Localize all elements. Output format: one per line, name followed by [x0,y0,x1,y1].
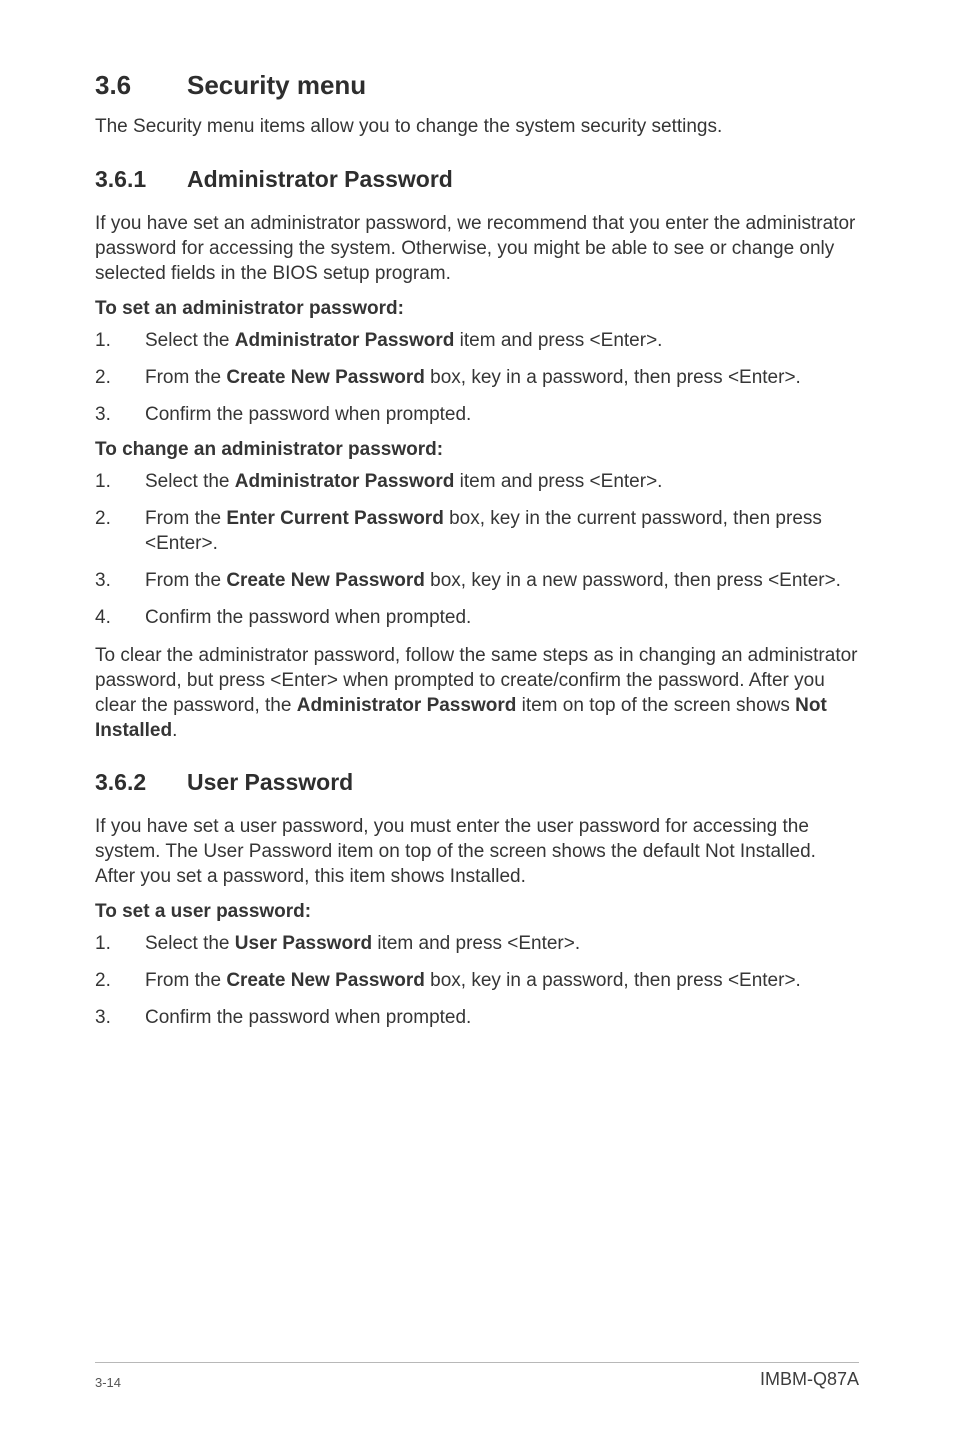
list-item: 4. Confirm the password when prompted. [95,605,859,630]
step-number: 1. [95,328,145,353]
procedure-heading: To set an administrator password: [95,298,859,320]
step-text: Confirm the password when prompted. [145,605,859,630]
procedure-list: 1. Select the Administrator Password ite… [95,469,859,630]
list-item: 2. From the Create New Password box, key… [95,365,859,390]
section-number: 3.6 [95,70,187,101]
step-number: 2. [95,365,145,390]
subsection-number: 3.6.1 [95,166,187,193]
step-text: From the Create New Password box, key in… [145,365,859,390]
subsection-title-text: User Password [187,769,353,795]
step-number: 1. [95,931,145,956]
step-number: 2. [95,506,145,556]
step-number: 3. [95,568,145,593]
subsection-intro: If you have set a user password, you mus… [95,814,859,889]
step-number: 4. [95,605,145,630]
procedure-list: 1. Select the Administrator Password ite… [95,328,859,427]
list-item: 1. Select the Administrator Password ite… [95,328,859,353]
list-item: 2. From the Enter Current Password box, … [95,506,859,556]
step-text: From the Create New Password box, key in… [145,568,859,593]
document-page: 3.6Security menu The Security menu items… [0,0,954,1438]
list-item: 2. From the Create New Password box, key… [95,968,859,993]
clear-password-paragraph: To clear the administrator password, fol… [95,643,859,743]
subsection-heading: 3.6.2User Password [95,769,859,796]
step-text: Select the Administrator Password item a… [145,469,859,494]
page-footer: 3-14 IMBM-Q87A [95,1362,859,1390]
list-item: 3. From the Create New Password box, key… [95,568,859,593]
step-number: 2. [95,968,145,993]
subsection-number: 3.6.2 [95,769,187,796]
step-text: Select the User Password item and press … [145,931,859,956]
section-intro: The Security menu items allow you to cha… [95,115,859,140]
step-number: 1. [95,469,145,494]
model-label: IMBM-Q87A [760,1369,859,1390]
step-text: From the Enter Current Password box, key… [145,506,859,556]
step-number: 3. [95,402,145,427]
step-text: Select the Administrator Password item a… [145,328,859,353]
step-text: Confirm the password when prompted. [145,1005,859,1030]
procedure-heading: To set a user password: [95,901,859,923]
list-item: 1. Select the User Password item and pre… [95,931,859,956]
procedure-list: 1. Select the User Password item and pre… [95,931,859,1030]
subsection-title-text: Administrator Password [187,166,453,192]
subsection-heading: 3.6.1Administrator Password [95,166,859,193]
list-item: 3. Confirm the password when prompted. [95,402,859,427]
procedure-heading: To change an administrator password: [95,439,859,461]
step-number: 3. [95,1005,145,1030]
step-text: From the Create New Password box, key in… [145,968,859,993]
subsection-intro: If you have set an administrator passwor… [95,211,859,286]
section-title-text: Security menu [187,70,366,100]
section-heading: 3.6Security menu [95,70,859,101]
list-item: 1. Select the Administrator Password ite… [95,469,859,494]
page-number: 3-14 [95,1375,121,1390]
list-item: 3. Confirm the password when prompted. [95,1005,859,1030]
step-text: Confirm the password when prompted. [145,402,859,427]
